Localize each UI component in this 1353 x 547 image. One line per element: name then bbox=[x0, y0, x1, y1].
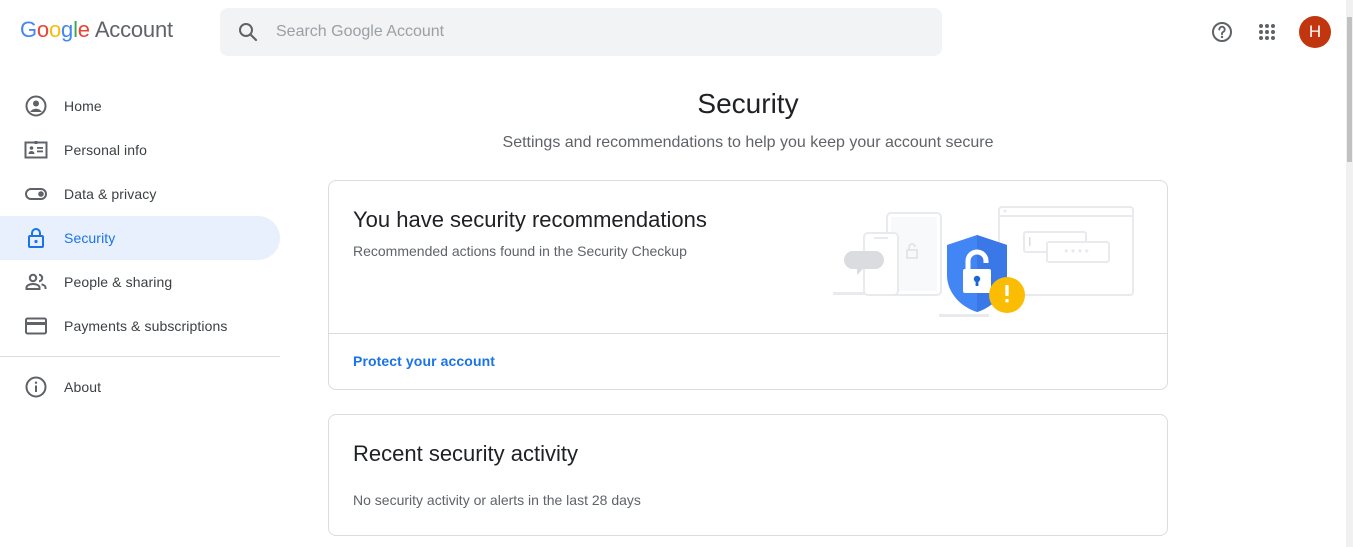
search-input[interactable] bbox=[276, 8, 916, 56]
search-icon[interactable] bbox=[236, 20, 260, 44]
info-icon bbox=[25, 376, 47, 398]
sidebar-divider bbox=[0, 356, 280, 357]
help-icon bbox=[1212, 22, 1232, 42]
page-title: Security bbox=[697, 88, 799, 119]
account-avatar[interactable]: H bbox=[1299, 16, 1331, 48]
sidebar-item-home[interactable]: Home bbox=[0, 84, 280, 128]
sidebar-item-label: Data & privacy bbox=[64, 186, 157, 202]
security-recommendations-card: You have security recommendations Recomm… bbox=[328, 180, 1168, 390]
svg-text:****: **** bbox=[1064, 248, 1092, 259]
logo-letter: g bbox=[61, 17, 74, 42]
sidebar-nav: Home Personal info Data & privacy Securi… bbox=[0, 84, 280, 409]
card-divider bbox=[329, 333, 1167, 334]
card-title: You have security recommendations bbox=[353, 207, 707, 232]
card-description: No security activity or alerts in the la… bbox=[353, 492, 641, 508]
security-shield-warning-illustration: **** bbox=[833, 206, 1134, 317]
sidebar-item-label: People & sharing bbox=[64, 274, 173, 290]
illustration-shadow bbox=[939, 314, 989, 317]
avatar-initial: H bbox=[1308, 22, 1322, 41]
logo-letter: G bbox=[20, 17, 37, 42]
sidebar-item-security[interactable]: Security bbox=[0, 216, 280, 260]
page-subtitle: Settings and recommendations to help you… bbox=[502, 134, 994, 151]
card-description: Recommended actions found in the Securit… bbox=[353, 243, 687, 259]
search-bar[interactable] bbox=[220, 8, 942, 56]
protect-account-link[interactable]: Protect your account bbox=[353, 353, 495, 369]
logo-letter: e bbox=[77, 17, 90, 42]
page-scrollbar[interactable] bbox=[1346, 0, 1353, 547]
sidebar-item-label: Security bbox=[64, 230, 116, 246]
sidebar-item-label: About bbox=[64, 379, 102, 395]
scrollbar-thumb[interactable] bbox=[1347, 17, 1352, 162]
google-apps-button[interactable] bbox=[1251, 16, 1283, 48]
card-title: Recent security activity bbox=[353, 441, 578, 466]
logo-suffix: Account bbox=[94, 17, 173, 42]
sidebar-item-people-sharing[interactable]: People & sharing bbox=[0, 260, 280, 304]
account-circle-icon bbox=[25, 95, 47, 117]
lock-icon bbox=[28, 228, 44, 248]
people-icon bbox=[25, 273, 47, 290]
sidebar-item-payments-subscriptions[interactable]: Payments & subscriptions bbox=[0, 304, 280, 348]
logo-letter: o bbox=[48, 17, 62, 42]
id-card-icon bbox=[24, 141, 48, 159]
sidebar-item-about[interactable]: About bbox=[0, 365, 280, 409]
credit-card-icon bbox=[25, 317, 47, 335]
google-account-logo[interactable]: Google Account bbox=[20, 17, 173, 43]
recent-security-activity-card: Recent security activity No security act… bbox=[328, 414, 1168, 536]
sidebar-item-label: Home bbox=[64, 98, 102, 114]
sidebar-item-label: Payments & subscriptions bbox=[64, 318, 228, 334]
help-button[interactable] bbox=[1206, 16, 1238, 48]
sidebar-item-data-privacy[interactable]: Data & privacy bbox=[0, 172, 280, 216]
logo-letter: o bbox=[36, 17, 49, 42]
top-bar: GoogleAccount H bbox=[0, 0, 1353, 64]
toggle-icon bbox=[25, 188, 47, 200]
sidebar-item-label: Personal info bbox=[64, 142, 148, 158]
sidebar-item-personal-info[interactable]: Personal info bbox=[0, 128, 280, 172]
apps-icon bbox=[1259, 24, 1275, 40]
